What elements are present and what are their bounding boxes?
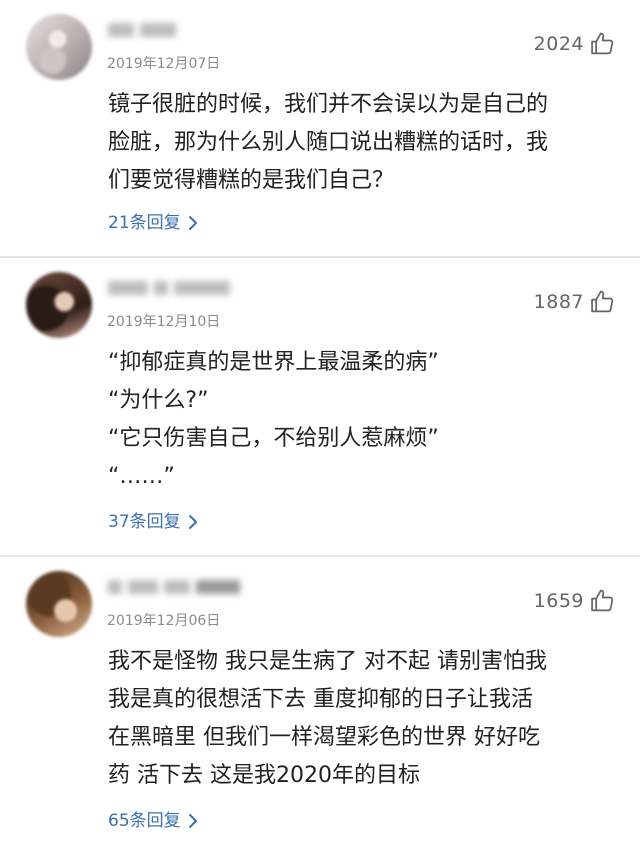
username-blurred[interactable]	[108, 276, 236, 298]
chevron-right-icon	[188, 216, 197, 230]
replies-count: 37条回复	[108, 512, 181, 532]
like-count: 2024	[533, 33, 584, 55]
like-button[interactable]: 1887	[534, 288, 616, 316]
view-replies-link[interactable]: 37条回复	[108, 511, 199, 533]
comment-line: 我不是怪物 我只是生病了 对不起 请别害怕我	[108, 649, 547, 674]
comment-date: 2019年12月06日	[107, 613, 221, 629]
comment-date: 2019年12月07日	[107, 56, 221, 72]
chevron-right-icon	[188, 814, 197, 828]
replies-count: 21条回复	[108, 213, 181, 233]
comment-line: “它只伤害自己，不给别人惹麻烦”	[108, 426, 439, 451]
view-replies-link[interactable]: 65条回复	[108, 810, 199, 832]
like-button[interactable]: 1659	[534, 587, 616, 615]
username-blurred[interactable]	[108, 575, 246, 597]
comment-text: “抑郁症真的是世界上最温柔的病” “为什么?” “它只伤害自己，不给别人惹麻烦”…	[108, 344, 620, 496]
thumbs-up-icon	[591, 32, 614, 55]
username-blurred[interactable]	[108, 18, 182, 40]
avatar[interactable]	[26, 272, 92, 338]
replies-count: 65条回复	[108, 811, 181, 831]
comment-line: 药 活下去 这是我2020年的目标	[108, 763, 420, 788]
chevron-right-icon	[188, 515, 197, 529]
comment-line: 镜子很脏的时候，我们并不会误以为是自己的	[108, 92, 549, 117]
view-replies-link[interactable]: 21条回复	[108, 212, 199, 234]
comment-card: 2019年12月07日 2024 镜子很脏的时候，我们并不会误以为是自己的 脸脏…	[0, 0, 640, 256]
comment-card: 2019年12月10日 1887 “抑郁症真的是世界上最温柔的病” “为什么?”…	[0, 258, 640, 554]
comment-line: 在黑暗里 但我们一样渴望彩色的世界 好好吃	[108, 725, 540, 750]
thumbs-up-icon	[591, 290, 614, 313]
comment-line: “抑郁症真的是世界上最温柔的病”	[108, 350, 439, 375]
comment-date: 2019年12月10日	[107, 314, 221, 330]
like-button[interactable]: 2024	[534, 30, 616, 58]
comment-line: “为什么?”	[108, 388, 209, 413]
like-count: 1887	[533, 291, 584, 313]
comment-card: 2019年12月06日 1659 我不是怪物 我只是生病了 对不起 请别害怕我 …	[0, 557, 640, 852]
comment-text: 我不是怪物 我只是生病了 对不起 请别害怕我 我是真的很想活下去 重度抑郁的日子…	[108, 643, 620, 795]
thumbs-up-icon	[591, 589, 614, 612]
comment-line: 们要觉得糟糕的是我们自己？	[108, 168, 395, 193]
like-count: 1659	[533, 590, 584, 612]
avatar[interactable]	[26, 14, 92, 80]
comment-line: 脸脏，那为什么别人随口说出糟糕的话时，我	[108, 130, 549, 155]
avatar[interactable]	[26, 571, 92, 637]
comment-text: 镜子很脏的时候，我们并不会误以为是自己的 脸脏，那为什么别人随口说出糟糕的话时，…	[108, 86, 620, 200]
comment-line: “……”	[108, 464, 175, 489]
comment-line: 我是真的很想活下去 重度抑郁的日子让我活	[108, 687, 533, 712]
